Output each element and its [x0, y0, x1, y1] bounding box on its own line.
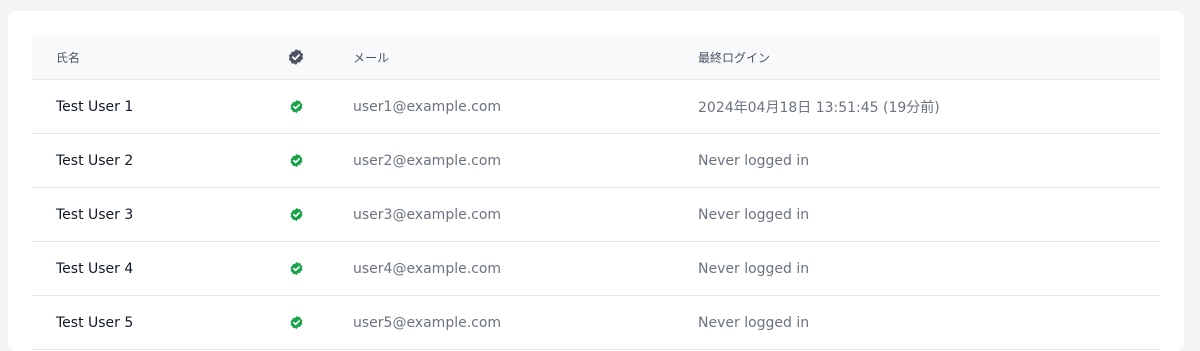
user-last-login: Never logged in [698, 260, 810, 277]
column-header-name[interactable]: 氏名 [56, 35, 80, 79]
user-name: Test User 1 [56, 98, 134, 115]
column-header-email[interactable]: メール [353, 35, 389, 79]
user-name: Test User 3 [56, 206, 134, 223]
table-header: 氏名 メール 最終ログイン [32, 35, 1160, 80]
users-card: 氏名 メール 最終ログイン Test User 1 user1@example.… [8, 11, 1184, 351]
user-name: Test User 4 [56, 260, 134, 277]
user-name: Test User 2 [56, 152, 134, 169]
user-email: user1@example.com [353, 98, 502, 115]
user-last-login: 2024年04月18日 13:51:45 (19分前) [698, 99, 940, 116]
table-row[interactable]: Test User 5 user5@example.com Never logg… [32, 296, 1160, 350]
users-table: 氏名 メール 最終ログイン Test User 1 user1@example.… [32, 35, 1160, 350]
table-row[interactable]: Test User 4 user4@example.com Never logg… [32, 242, 1160, 296]
table-row[interactable]: Test User 1 user1@example.com 2024年04月18… [32, 80, 1160, 134]
user-last-login: Never logged in [698, 206, 810, 223]
verified-check-icon [286, 188, 306, 241]
user-email: user5@example.com [353, 314, 502, 331]
table-row[interactable]: Test User 2 user2@example.com Never logg… [32, 134, 1160, 188]
column-header-last-login[interactable]: 最終ログイン [698, 35, 770, 79]
verified-check-icon [286, 80, 306, 133]
user-last-login: Never logged in [698, 314, 810, 331]
verified-check-icon [286, 134, 306, 187]
verified-badge-icon [286, 35, 306, 79]
user-name: Test User 5 [56, 314, 134, 331]
verified-check-icon [286, 242, 306, 295]
table-row[interactable]: Test User 3 user3@example.com Never logg… [32, 188, 1160, 242]
user-email: user4@example.com [353, 260, 502, 277]
verified-check-icon [286, 296, 306, 349]
user-last-login: Never logged in [698, 152, 810, 169]
user-email: user2@example.com [353, 152, 502, 169]
user-email: user3@example.com [353, 206, 502, 223]
